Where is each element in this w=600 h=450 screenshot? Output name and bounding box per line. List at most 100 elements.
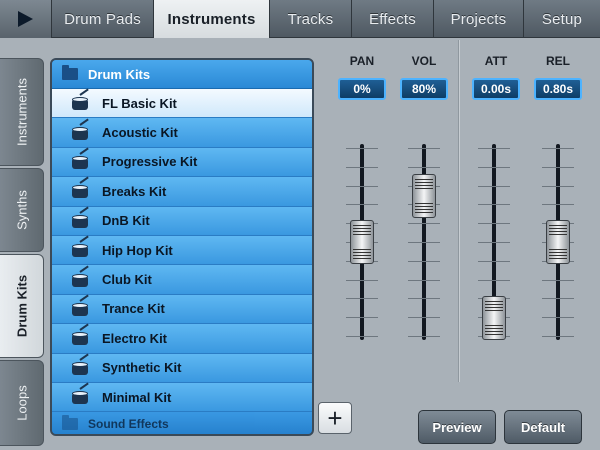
tab-projects[interactable]: Projects (434, 0, 524, 38)
slider-tick (478, 223, 510, 225)
slider-tick (408, 166, 440, 168)
slider-tick (542, 148, 574, 149)
side-tab-synths[interactable]: Synths (0, 168, 44, 252)
list-item-label: Minimal Kit (102, 389, 172, 405)
list-item-label: Hip Hop Kit (102, 242, 173, 258)
list-header[interactable]: Drum Kits (52, 60, 312, 89)
list-item[interactable]: DnB Kit (52, 206, 312, 236)
list-item[interactable]: Electro Kit (52, 323, 312, 354)
tab-setup[interactable]: Setup (524, 0, 600, 38)
slider-handle[interactable] (412, 174, 436, 219)
drum-kit-icon (70, 206, 90, 229)
kit-list[interactable]: Drum Kits FL Basic Kit Acoustic Kit Progre… (50, 58, 314, 436)
list-item[interactable]: Progressive Kit (52, 147, 312, 178)
slider-tick (478, 242, 510, 243)
list-item[interactable]: Minimal Kit (52, 382, 312, 413)
list-item-label: Club Kit (102, 272, 152, 288)
slider-handle[interactable] (350, 220, 374, 264)
drum-kit-icon (70, 235, 90, 258)
folder-icon (62, 65, 78, 80)
drum-kit-icon (70, 264, 90, 288)
slider-tick (346, 204, 378, 206)
list-item[interactable]: Breaks Kit (52, 176, 312, 207)
slider-tick (542, 336, 574, 337)
side-tab-bar: Instruments Synths Drum Kits Loops (0, 58, 44, 450)
slider-tick (542, 204, 574, 206)
side-tab-label: Loops (14, 385, 29, 421)
list-item-label: FL Basic Kit (102, 95, 177, 111)
tab-tracks[interactable]: Tracks (270, 0, 352, 38)
rel-slider[interactable] (532, 144, 584, 340)
list-item-label: Breaks Kit (102, 183, 167, 199)
play-icon (18, 11, 33, 27)
side-tab-label: Synths (14, 190, 29, 230)
slider-tick (478, 279, 510, 281)
list-item[interactable]: Hip Hop Kit (52, 235, 312, 266)
drum-kit-icon (70, 118, 90, 141)
slider-tick (346, 298, 378, 300)
list-item-label: Progressive Kit (102, 154, 198, 170)
att-value[interactable]: 0.00s (472, 78, 520, 100)
panel-divider (458, 40, 460, 382)
list-item-label: DnB Kit (102, 213, 150, 229)
slider-tick (542, 279, 574, 281)
tab-drum-pads[interactable]: Drum Pads (52, 0, 154, 38)
list-item[interactable]: Club Kit (52, 264, 312, 295)
slider-tick (408, 317, 440, 319)
vol-slider[interactable] (398, 144, 450, 340)
drum-kit-icon (70, 88, 90, 111)
slider-tick (542, 298, 574, 300)
list-item[interactable]: FL Basic Kit (52, 88, 312, 119)
side-tab-label: Instruments (14, 78, 29, 146)
slider-tick (408, 279, 440, 281)
drum-kit-icon (70, 176, 90, 199)
list-item-label: Trance Kit (102, 301, 165, 317)
vol-value[interactable]: 80% (400, 78, 448, 100)
rel-value[interactable]: 0.80s (534, 78, 582, 100)
slider-handle[interactable] (482, 296, 506, 340)
slider-tick (478, 166, 510, 168)
tab-effects[interactable]: Effects (352, 0, 434, 38)
slider-tick (408, 260, 440, 262)
list-item-label: Electro Kit (102, 330, 168, 346)
slider-tick (542, 166, 574, 168)
folder-icon (62, 415, 78, 431)
drum-kit-icon (70, 382, 90, 405)
slider-tick (346, 336, 378, 337)
slider-handle[interactable] (546, 220, 570, 264)
side-tab-drum-kits[interactable]: Drum Kits (0, 254, 44, 358)
slider-tick (408, 336, 440, 337)
side-tab-loops[interactable]: Loops (0, 360, 44, 446)
att-label: ATT (484, 54, 508, 68)
slider-tick (542, 185, 574, 187)
drum-kit-icon (70, 294, 90, 317)
pan-label: PAN (349, 54, 375, 68)
list-item[interactable]: Synthetic Kit (52, 353, 312, 383)
slider-tick (346, 279, 378, 281)
slider-tick (478, 260, 510, 262)
slider-tick (346, 185, 378, 187)
drum-kit-icon (70, 147, 90, 170)
list-footer-label: Sound Effects (88, 417, 169, 432)
list-item[interactable]: Trance Kit (52, 294, 312, 325)
slider-tick (408, 223, 440, 225)
side-tab-instruments[interactable]: Instruments (0, 58, 44, 166)
slider-tick (346, 148, 378, 149)
preview-button[interactable]: Preview (418, 410, 496, 444)
pan-value[interactable]: 0% (338, 78, 386, 100)
slider-tick (478, 148, 510, 149)
top-tab-bar: Drum Pads Instruments Tracks Effects Pro… (0, 0, 600, 38)
list-item[interactable]: Acoustic Kit (52, 118, 312, 148)
list-header-label: Drum Kits (88, 66, 151, 82)
slider-tick (542, 317, 574, 319)
slider-tick (346, 317, 378, 319)
default-button[interactable]: Default (504, 410, 582, 444)
att-slider[interactable] (468, 144, 520, 340)
pan-slider[interactable] (336, 144, 388, 340)
add-button[interactable]: + (318, 402, 352, 434)
slider-tick (408, 148, 440, 149)
play-button[interactable] (0, 0, 52, 38)
slider-tick (408, 242, 440, 243)
tab-instruments[interactable]: Instruments (154, 0, 270, 38)
list-footer-folder[interactable]: Sound Effects (52, 412, 312, 434)
